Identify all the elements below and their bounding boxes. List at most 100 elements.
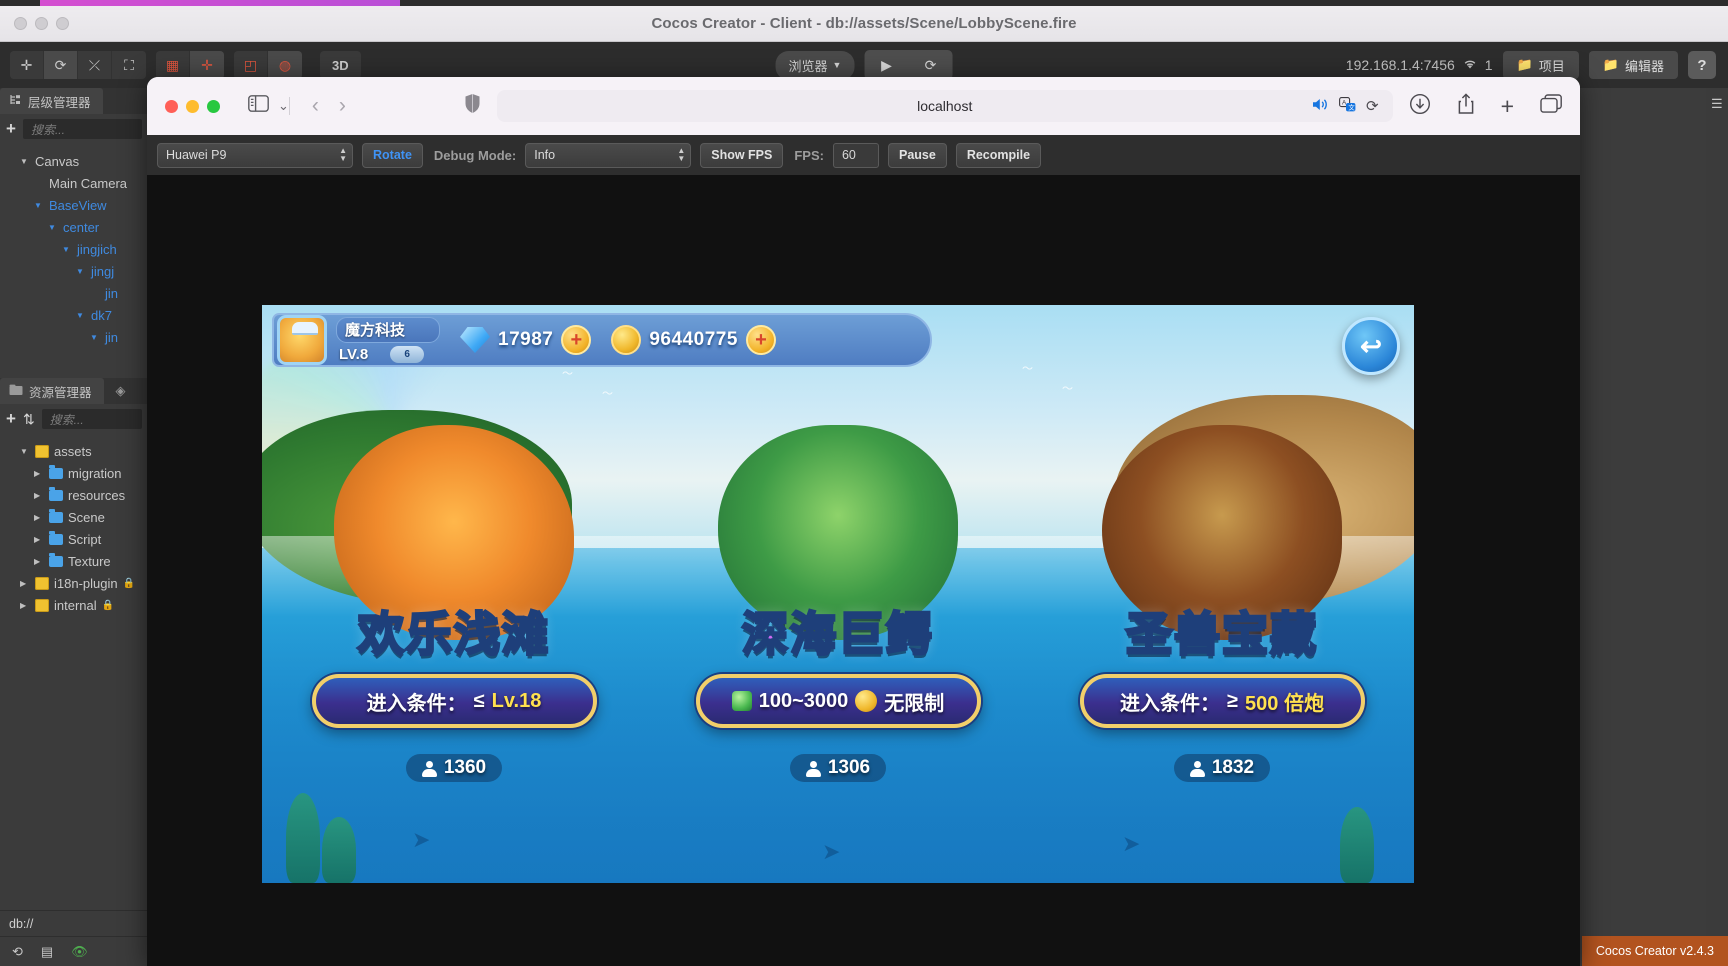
transform-tool-group[interactable]: ✛ ⟳ ⤫ ⛶ <box>10 51 146 79</box>
pivot-icon[interactable]: ✛ <box>190 51 224 79</box>
coordinate-tool-group[interactable]: ◰ ◍ <box>234 51 302 79</box>
shield-icon[interactable] <box>464 93 481 119</box>
room-card[interactable]: 深海巨鳄 100~3000 无限制 1306 <box>668 425 1008 782</box>
speaker-icon[interactable] <box>1312 97 1329 115</box>
editor-settings-button[interactable]: 📁 编辑器 <box>1588 51 1678 79</box>
vip-badge[interactable]: 6 <box>390 346 425 363</box>
disclosure-triangle-icon[interactable]: ▼ <box>76 311 86 320</box>
forward-icon[interactable]: › <box>339 94 346 118</box>
room-card[interactable]: 圣兽宝藏 进入条件： ≥500 倍炮 1832 <box>1052 425 1392 782</box>
device-select[interactable]: Huawei P9 ▲ ▼ <box>157 142 353 168</box>
zoom-button[interactable] <box>56 17 69 30</box>
asset-node[interactable]: ▶ Script <box>0 528 148 550</box>
address-bar[interactable]: localhost A文 ⟳ <box>496 90 1393 122</box>
add-coin-button[interactable]: + <box>745 325 776 355</box>
stepper-icon[interactable]: ▲ ▼ <box>677 147 685 163</box>
minimize-button[interactable] <box>186 99 199 113</box>
asset-node[interactable]: ▼ assets <box>0 440 148 462</box>
help-button[interactable]: ? <box>1688 51 1716 79</box>
back-button[interactable]: ↩ <box>1342 317 1400 375</box>
hierarchy-node[interactable]: ▼ jingj <box>0 260 148 282</box>
room-card[interactable]: 欢乐浅滩 进入条件： ≤ Lv.18 1360 <box>284 425 624 782</box>
debug-mode-select[interactable]: Info ▲ ▼ <box>525 142 692 168</box>
game-canvas[interactable]: 〜 〜 〜 〜 ➤ ➤ ➤ 魔方科技 LV.8 6 17987 + 964407… <box>262 305 1414 883</box>
hierarchy-search-input[interactable]: 搜索... <box>22 119 142 139</box>
global-coord-icon[interactable]: ◍ <box>268 51 302 79</box>
hierarchy-node[interactable]: ▼ jin <box>0 326 148 348</box>
sort-icon[interactable]: ⇅ <box>23 411 35 428</box>
play-control-group[interactable]: ▶ ⟳ <box>864 50 953 80</box>
minimize-button[interactable] <box>35 17 48 30</box>
asset-node[interactable]: ▶ resources <box>0 484 148 506</box>
add-asset-icon[interactable]: + <box>6 409 16 429</box>
preview-target-dropdown[interactable]: 浏览器 ▼ <box>775 50 855 80</box>
translate-icon[interactable]: A文 <box>1339 97 1356 115</box>
tab-hierarchy[interactable]: 层级管理器 <box>0 88 103 114</box>
close-button[interactable] <box>14 17 27 30</box>
fps-input[interactable]: 60 <box>832 142 879 168</box>
hierarchy-node[interactable]: ▼ center <box>0 216 148 238</box>
hierarchy-node[interactable]: ▼ dk7 <box>0 304 148 326</box>
assets-search-input[interactable]: 搜索... <box>41 409 142 429</box>
disclosure-triangle-icon[interactable]: ▼ <box>90 333 100 342</box>
editor-traffic-lights[interactable] <box>14 17 69 30</box>
asset-node[interactable]: ▶ i18n-plugin 🔒 <box>0 572 148 594</box>
add-node-icon[interactable]: + <box>6 119 16 139</box>
scale-tool-icon[interactable]: ⤫ <box>78 51 112 79</box>
avatar[interactable] <box>277 315 327 365</box>
close-button[interactable] <box>165 99 178 113</box>
new-tab-icon[interactable]: + <box>1501 95 1514 118</box>
chevron-down-icon[interactable]: ⌄ <box>278 98 289 114</box>
disclosure-triangle-icon[interactable]: ▶ <box>34 491 44 500</box>
reload-icon[interactable]: ⟳ <box>1366 97 1379 115</box>
asset-node[interactable]: ▶ migration <box>0 462 148 484</box>
layers-icon[interactable]: ◈ <box>104 378 138 404</box>
refresh-icon[interactable]: ⟲ <box>12 944 23 960</box>
refresh-icon[interactable]: ⟳ <box>908 50 952 80</box>
hierarchy-node[interactable]: ▼ jingjich <box>0 238 148 260</box>
pause-button[interactable]: Pause <box>887 142 947 168</box>
anchor-tool-group[interactable]: ▦ ✛ <box>156 51 224 79</box>
show-fps-button[interactable]: Show FPS <box>700 142 784 168</box>
move-tool-icon[interactable]: ✛ <box>10 51 44 79</box>
eye-icon[interactable]: 👁 <box>71 944 88 960</box>
sidebar-icon[interactable] <box>248 95 269 117</box>
play-icon[interactable]: ▶ <box>864 50 908 80</box>
anchor-icon[interactable]: ▦ <box>156 51 190 79</box>
disclosure-triangle-icon[interactable]: ▶ <box>20 579 30 588</box>
disclosure-triangle-icon[interactable]: ▼ <box>62 245 72 254</box>
download-icon[interactable] <box>1409 93 1431 120</box>
stepper-icon[interactable]: ▲ ▼ <box>339 147 347 163</box>
hierarchy-node[interactable]: Main Camera <box>0 172 148 194</box>
asset-node[interactable]: ▶ Scene <box>0 506 148 528</box>
disclosure-triangle-icon[interactable]: ▶ <box>20 601 30 610</box>
rect-tool-icon[interactable]: ⛶ <box>112 51 146 79</box>
rotate-tool-icon[interactable]: ⟳ <box>44 51 78 79</box>
hierarchy-node[interactable]: ▼ Canvas <box>0 150 148 172</box>
safari-traffic-lights[interactable] <box>165 99 220 113</box>
disclosure-triangle-icon[interactable]: ▼ <box>76 267 86 276</box>
recompile-button[interactable]: Recompile <box>955 142 1042 168</box>
disclosure-triangle-icon[interactable]: ▼ <box>48 223 58 232</box>
zoom-button[interactable] <box>207 99 220 113</box>
hierarchy-node[interactable]: jin <box>0 282 148 304</box>
disclosure-triangle-icon[interactable]: ▶ <box>34 513 44 522</box>
disclosure-triangle-icon[interactable]: ▼ <box>20 447 30 456</box>
list-icon[interactable]: ▤ <box>41 944 53 960</box>
project-settings-button[interactable]: 📁 项目 <box>1502 51 1579 79</box>
asset-node[interactable]: ▶ Texture <box>0 550 148 572</box>
rotate-button[interactable]: Rotate <box>362 142 423 168</box>
disclosure-triangle-icon[interactable]: ▶ <box>34 557 44 566</box>
disclosure-triangle-icon[interactable]: ▼ <box>34 201 44 210</box>
menu-icon[interactable]: ☰ <box>1711 96 1728 112</box>
asset-node[interactable]: ▶ internal 🔒 <box>0 594 148 616</box>
disclosure-triangle-icon[interactable]: ▶ <box>34 535 44 544</box>
back-icon[interactable]: ‹ <box>312 94 319 118</box>
tab-assets[interactable]: 资源管理器 <box>0 378 104 404</box>
share-icon[interactable] <box>1457 92 1475 120</box>
tabs-overview-icon[interactable] <box>1540 93 1562 119</box>
hierarchy-node[interactable]: ▼ BaseView <box>0 194 148 216</box>
disclosure-triangle-icon[interactable]: ▼ <box>20 157 30 166</box>
add-gem-button[interactable]: + <box>561 325 592 355</box>
navigation-buttons[interactable]: ‹ › <box>312 94 346 118</box>
